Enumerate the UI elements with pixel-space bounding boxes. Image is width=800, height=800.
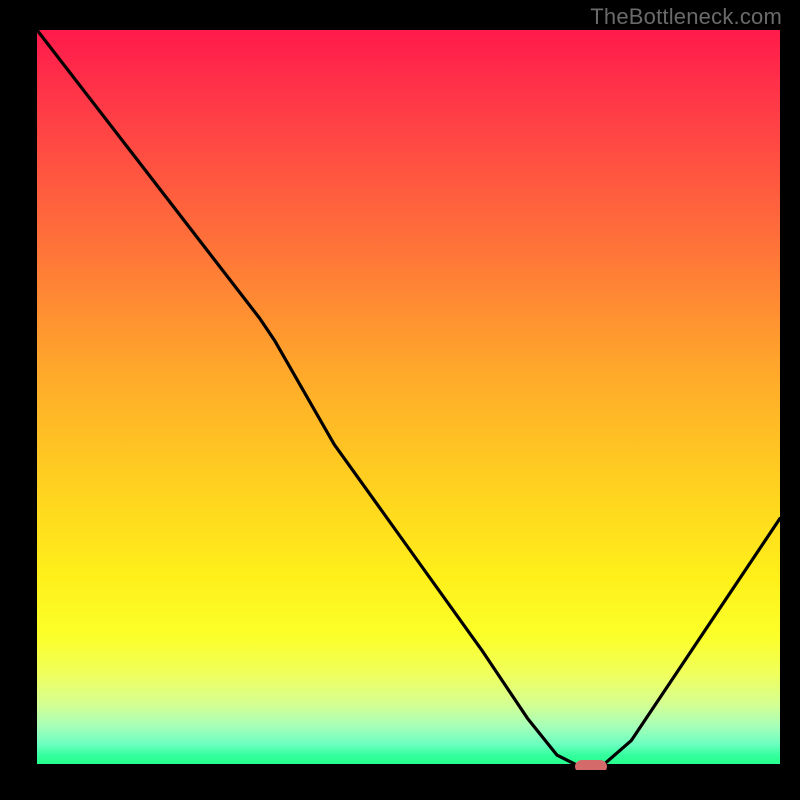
plot-area [37, 30, 780, 770]
watermark-label: TheBottleneck.com [590, 4, 782, 30]
optimum-marker [575, 760, 607, 770]
bottleneck-curve [37, 30, 780, 770]
chart-container: TheBottleneck.com [0, 0, 800, 800]
